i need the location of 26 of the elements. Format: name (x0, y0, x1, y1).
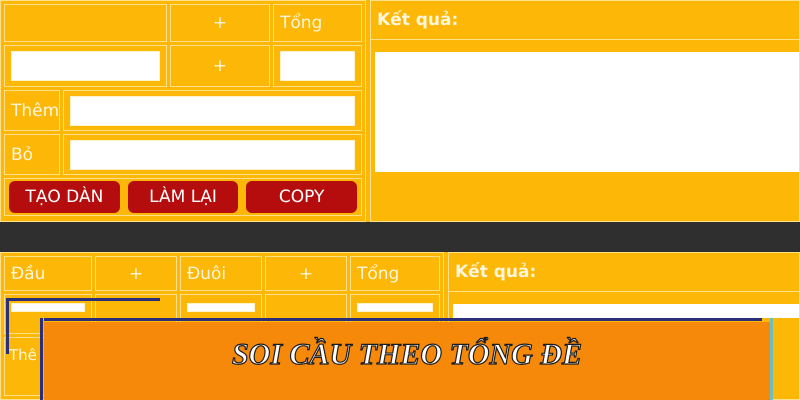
banner-title: SOI CẦU THEO TỔNG ĐỀ (232, 338, 582, 373)
result-label: Kết quả: (455, 262, 536, 282)
input-field[interactable] (70, 140, 355, 170)
action-button[interactable]: TẠO DÀN (9, 181, 120, 213)
plus-sign: + (170, 45, 270, 87)
action-button[interactable]: LÀM LẠI (128, 181, 238, 213)
field-label: Bỏ (11, 144, 34, 164)
result-area[interactable] (453, 304, 799, 318)
header-cell: Tổng (273, 4, 362, 42)
result-area[interactable] (375, 52, 799, 172)
action-button[interactable]: COPY (246, 181, 358, 213)
header-cell: Tổng (350, 256, 440, 292)
input-field[interactable] (11, 303, 85, 312)
header-cell: + (265, 256, 347, 292)
header-cell: Đuôi (180, 256, 262, 292)
input-field[interactable] (357, 303, 433, 312)
input-field[interactable] (11, 51, 160, 81)
field-label: Thê (9, 346, 37, 364)
input-field[interactable] (280, 51, 355, 81)
input-field[interactable] (187, 303, 255, 312)
input-field[interactable] (70, 96, 355, 126)
result-label: Kết quả: (377, 10, 458, 30)
field-label: Thêm (11, 100, 60, 120)
header-cell: + (95, 256, 177, 292)
header-cell: + (170, 4, 270, 42)
header-cell: Đầu (4, 256, 92, 292)
